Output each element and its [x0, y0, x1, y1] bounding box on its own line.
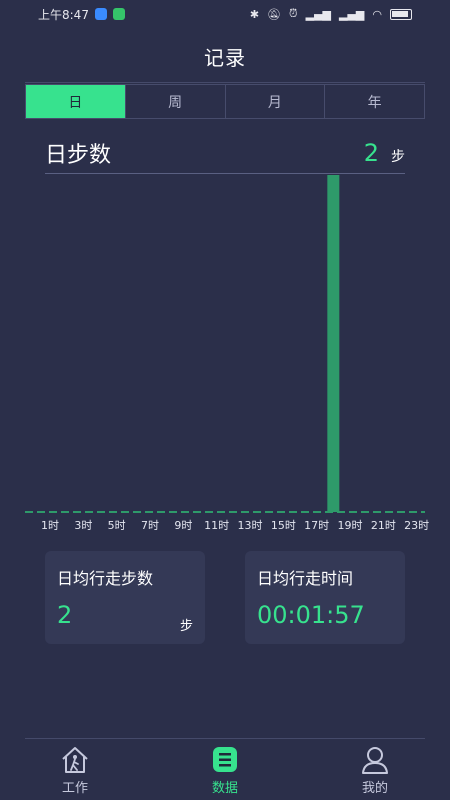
wifi-icon: ◠: [372, 7, 382, 21]
bottom-nav: 工作 数据 我的: [0, 740, 450, 800]
daily-steps-value: 2: [363, 138, 379, 167]
nav-mine-label: 我的: [361, 780, 388, 796]
tab-week[interactable]: 周: [124, 85, 225, 118]
app-notification-icon: [112, 8, 125, 20]
chart-tick-label: 13时: [238, 519, 263, 532]
chart-tick-label: 5时: [108, 519, 126, 532]
alarm-icon: ⏰︎: [289, 7, 298, 20]
avg-time-value: 00:01:57: [257, 601, 365, 629]
daily-steps-title: 日步数: [45, 142, 112, 168]
tab-day[interactable]: 日: [26, 85, 125, 118]
mute-icon: 🔕︎: [267, 7, 282, 21]
chart-tick-label: 15时: [271, 519, 296, 532]
daily-steps-unit: 步: [391, 148, 405, 165]
chart-tick-label: 11时: [204, 519, 229, 532]
nav-work-label: 工作: [61, 780, 88, 796]
avg-steps-title: 日均行走步数: [57, 569, 154, 588]
avg-steps-value: 2: [57, 601, 73, 629]
chart-tick-label: 17时: [304, 519, 329, 532]
bluetooth-icon: ✱: [249, 7, 260, 21]
divider: [25, 82, 425, 83]
home-walk-icon: [62, 746, 88, 773]
nav-work[interactable]: 工作: [15, 745, 135, 796]
avg-steps-unit: 步: [179, 619, 193, 634]
period-tabs: 日 周 月 年: [25, 84, 425, 119]
page-title: 记录: [204, 46, 246, 70]
chart-tick-label: 23时: [404, 519, 429, 532]
status-time: 上午8:47: [38, 7, 89, 22]
list-icon: [213, 746, 237, 772]
chart-tick-label: 7时: [141, 519, 159, 532]
daily-steps-header: 日步数 2 步: [45, 132, 405, 174]
hourly-steps-chart: 1时 3时 5时 7时 9时 11时 13时 15时 17时 19时 21时 23时: [25, 175, 429, 532]
chart-tick-label: 1时: [41, 519, 59, 532]
battery-icon: [390, 8, 412, 20]
signal-icon: ▂▄▆: [339, 7, 365, 21]
chart-tick-label: 9时: [174, 519, 192, 532]
nav-mine[interactable]: 我的: [315, 745, 435, 796]
signal-icon: ▂▄▆: [305, 7, 331, 21]
tab-month[interactable]: 月: [224, 85, 325, 118]
app-notification-icon: [94, 8, 107, 20]
chart-tick-label: 21时: [371, 519, 396, 532]
chart-tick-label: 19时: [338, 519, 363, 532]
user-icon: [362, 746, 388, 774]
chart-tick-label: 3时: [74, 519, 92, 532]
avg-steps-card: 日均行走步数 2 步: [45, 551, 205, 644]
divider: [25, 738, 425, 739]
tab-year[interactable]: 年: [324, 85, 424, 118]
status-bar: 上午8:47 ✱ 🔕︎ ⏰︎ ▂▄▆ ▂▄▆ ◠: [0, 0, 450, 28]
nav-data-label: 数据: [211, 780, 238, 796]
chart-bar: [327, 175, 340, 512]
avg-time-card: 日均行走时间 00:01:57: [245, 551, 405, 644]
avg-time-title: 日均行走时间: [257, 569, 354, 588]
nav-data[interactable]: 数据: [165, 745, 285, 796]
